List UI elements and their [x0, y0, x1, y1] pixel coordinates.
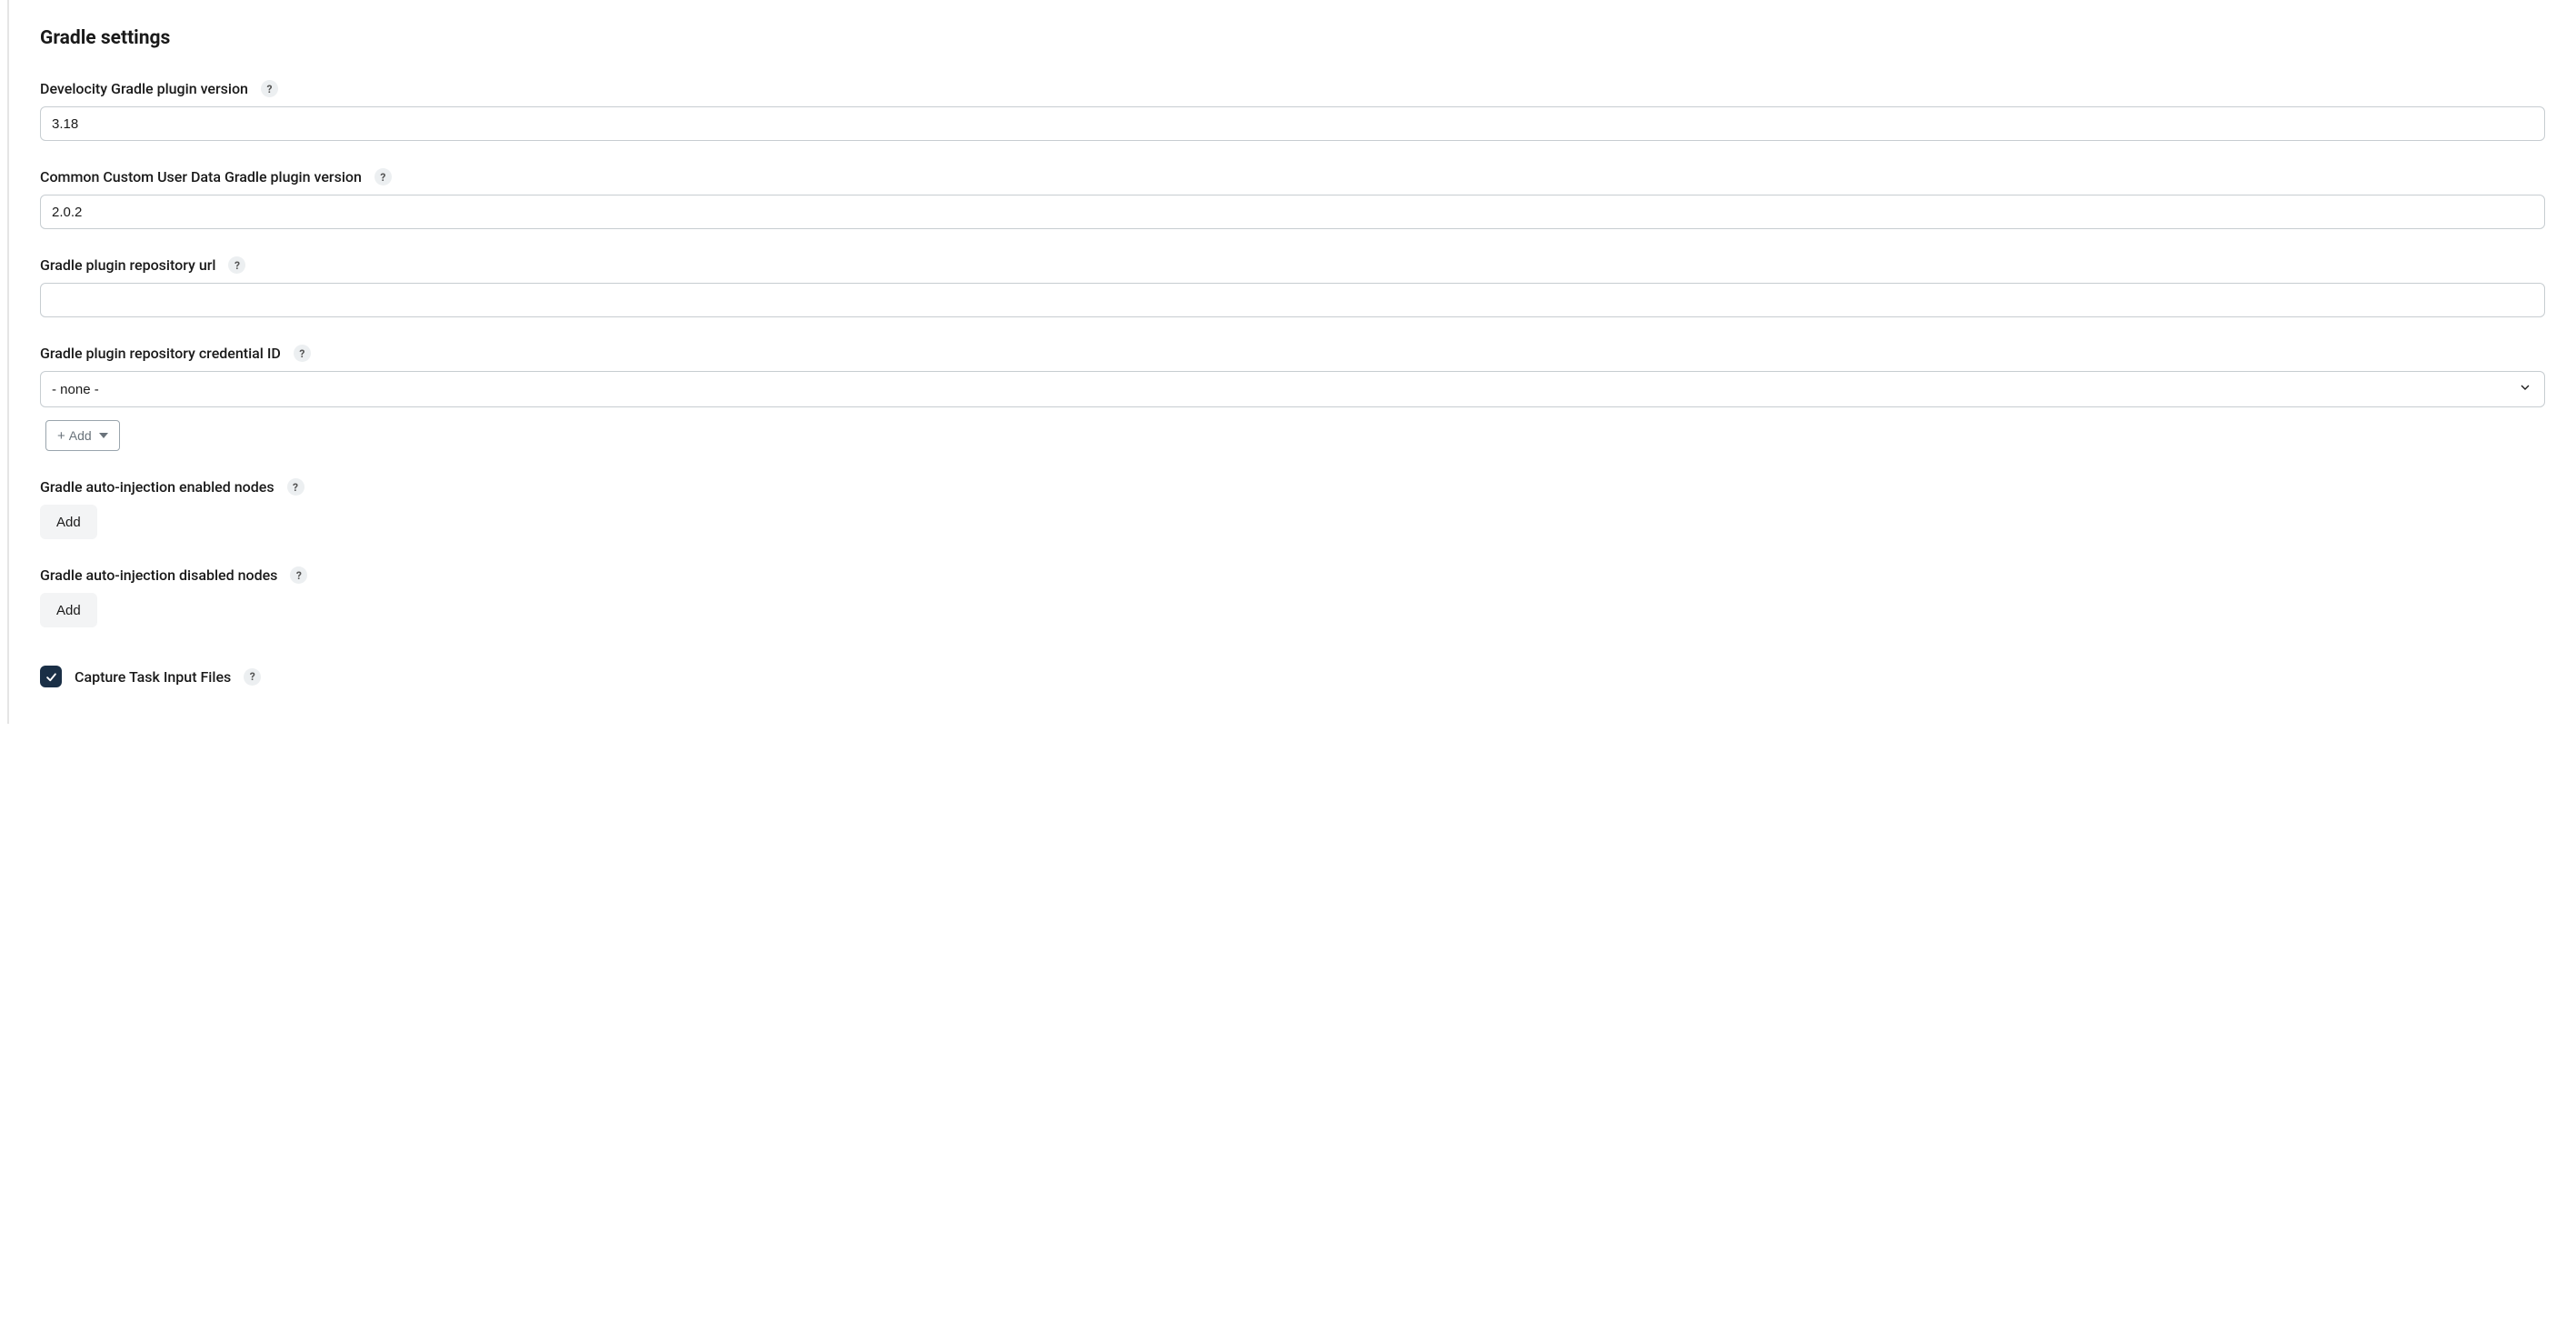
- add-enabled-node-button[interactable]: Add: [40, 505, 97, 539]
- capture-inputs-row: Capture Task Input Files ?: [40, 666, 2545, 687]
- ccud-version-input[interactable]: [40, 195, 2545, 229]
- capture-inputs-checkbox[interactable]: [40, 666, 62, 687]
- disabled-nodes-group: Gradle auto-injection disabled nodes ? A…: [40, 566, 2545, 627]
- add-disabled-node-button[interactable]: Add: [40, 593, 97, 627]
- repo-url-input[interactable]: [40, 283, 2545, 317]
- repo-credential-label: Gradle plugin repository credential ID: [40, 345, 281, 362]
- caret-down-icon: [99, 428, 108, 443]
- capture-inputs-label: Capture Task Input Files: [75, 668, 231, 686]
- ccud-version-label: Common Custom User Data Gradle plugin ve…: [40, 168, 362, 185]
- repo-url-group: Gradle plugin repository url ?: [40, 256, 2545, 317]
- plugin-version-input[interactable]: [40, 106, 2545, 141]
- help-icon[interactable]: ?: [294, 345, 311, 362]
- add-credential-button[interactable]: + Add: [45, 420, 120, 451]
- plus-icon: +: [57, 429, 65, 443]
- help-icon[interactable]: ?: [287, 478, 305, 496]
- plugin-version-label-row: Develocity Gradle plugin version ?: [40, 80, 2545, 97]
- help-icon[interactable]: ?: [228, 256, 245, 274]
- repo-credential-select-wrap: - none -: [40, 371, 2545, 407]
- check-icon: [45, 670, 58, 684]
- enabled-nodes-label: Gradle auto-injection enabled nodes: [40, 478, 275, 496]
- disabled-nodes-label: Gradle auto-injection disabled nodes: [40, 566, 277, 584]
- help-icon[interactable]: ?: [374, 168, 392, 185]
- repo-url-label: Gradle plugin repository url: [40, 256, 215, 274]
- ccud-version-label-row: Common Custom User Data Gradle plugin ve…: [40, 168, 2545, 185]
- plugin-version-group: Develocity Gradle plugin version ?: [40, 80, 2545, 141]
- repo-credential-select[interactable]: - none -: [40, 371, 2545, 407]
- section-title: Gradle settings: [40, 27, 2545, 49]
- disabled-nodes-label-row: Gradle auto-injection disabled nodes ?: [40, 566, 2545, 584]
- repo-credential-group: Gradle plugin repository credential ID ?…: [40, 345, 2545, 451]
- ccud-version-group: Common Custom User Data Gradle plugin ve…: [40, 168, 2545, 229]
- repo-credential-label-row: Gradle plugin repository credential ID ?: [40, 345, 2545, 362]
- gradle-settings-section: Gradle settings Develocity Gradle plugin…: [7, 0, 2576, 724]
- help-icon[interactable]: ?: [244, 668, 261, 686]
- enabled-nodes-label-row: Gradle auto-injection enabled nodes ?: [40, 478, 2545, 496]
- enabled-nodes-group: Gradle auto-injection enabled nodes ? Ad…: [40, 478, 2545, 539]
- add-credential-row: + Add: [45, 420, 2545, 451]
- help-icon[interactable]: ?: [261, 80, 278, 97]
- help-icon[interactable]: ?: [290, 566, 307, 584]
- repo-url-label-row: Gradle plugin repository url ?: [40, 256, 2545, 274]
- add-credential-label: Add: [69, 428, 92, 443]
- plugin-version-label: Develocity Gradle plugin version: [40, 80, 248, 97]
